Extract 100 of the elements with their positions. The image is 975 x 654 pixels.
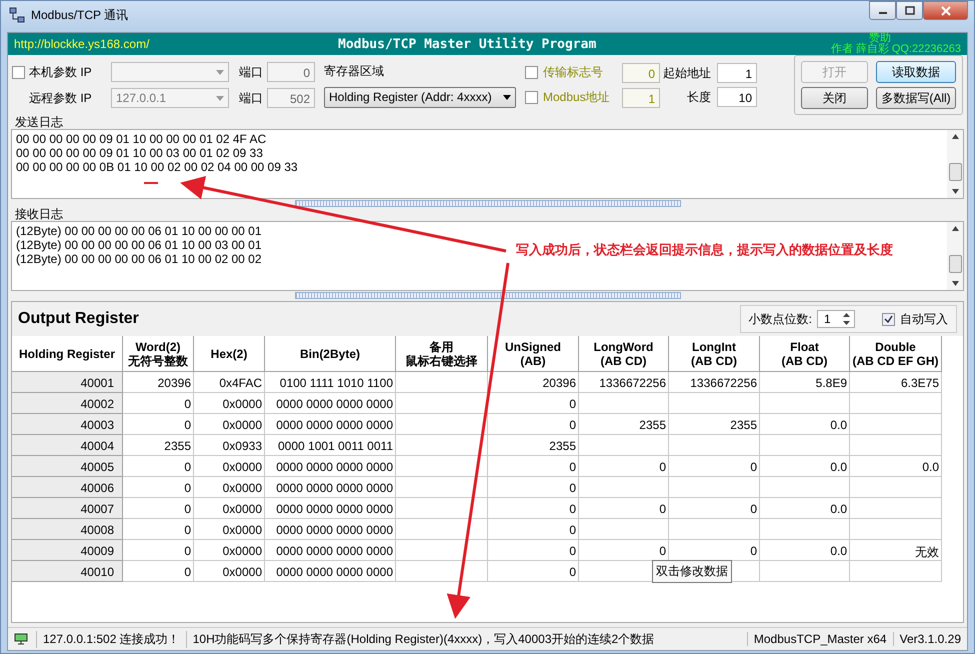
action-button[interactable]: 多数据写(All): [876, 87, 956, 109]
row-header[interactable]: 40009: [12, 540, 123, 561]
row-header[interactable]: 40010: [12, 561, 123, 582]
maximize-button[interactable]: [896, 1, 923, 20]
table-cell: 1336672256: [669, 372, 760, 393]
section-title: Output Register: [18, 310, 139, 328]
status-text: Ver3.1.0.29: [892, 632, 967, 646]
table-cell: 0: [123, 456, 194, 477]
log-title: 接收日志: [15, 207, 64, 221]
table-cell: 0000 1001 0011 0011: [265, 435, 396, 456]
table-cell: 0: [123, 540, 194, 561]
port-field[interactable]: 0: [267, 62, 315, 82]
table-cell: 0: [123, 519, 194, 540]
ip-dropdown[interactable]: 127.0.0.1: [111, 88, 229, 108]
table-cell: 0: [488, 561, 579, 582]
scrollbar[interactable]: [947, 130, 963, 198]
table-cell: 0000 0000 0000 0000: [265, 540, 396, 561]
table-cell: 0x0000: [194, 561, 265, 582]
table-cell: 0: [488, 540, 579, 561]
checkbox[interactable]: [525, 91, 538, 104]
table-cell: 0x0000: [194, 498, 265, 519]
register-area-dropdown[interactable]: Holding Register (Addr: 4xxxx): [324, 86, 516, 108]
log-line: (12Byte) 00 00 00 00 00 06 01 10 00 02 00 02: [16, 252, 262, 266]
scroll-thumb[interactable]: [948, 255, 962, 273]
table-cell: 0: [579, 456, 669, 477]
ip-label: 本机参数 IP: [29, 64, 93, 80]
log-line: 00 00 00 00 00 09 01 10 00 03 00 01 02 09 33: [16, 146, 263, 160]
column-header[interactable]: LongWord (AB CD): [579, 336, 669, 372]
tooltip: 双击修改数据: [652, 560, 732, 583]
action-button[interactable]: 关闭: [801, 87, 868, 109]
table-cell: 2355: [488, 435, 579, 456]
splitter-handle[interactable]: [294, 292, 680, 298]
splitter-handle[interactable]: [294, 200, 680, 206]
sponsor-link[interactable]: 赞助: [869, 33, 891, 44]
table-cell: 0x4FAC: [194, 372, 265, 393]
checkbox[interactable]: [525, 66, 538, 79]
table-cell: 0: [488, 519, 579, 540]
table-cell: 0x0933: [194, 435, 265, 456]
address-label: 起始地址: [662, 64, 711, 82]
scroll-down-icon[interactable]: [952, 189, 958, 194]
number-field[interactable]: 1: [717, 63, 757, 83]
column-header[interactable]: Bin(2Byte): [265, 336, 396, 372]
column-header[interactable]: Word(2) 无符号整数: [123, 336, 194, 372]
row-header[interactable]: 40001: [12, 372, 123, 393]
log-line: (12Byte) 00 00 00 00 00 06 01 10 00 00 00 01: [16, 224, 262, 238]
column-header[interactable]: Double (AB CD EF GH): [850, 336, 942, 372]
row-header[interactable]: 40007: [12, 498, 123, 519]
checkbox[interactable]: [882, 312, 895, 326]
log-line: (12Byte) 00 00 00 00 00 06 01 10 00 03 00 01: [16, 238, 262, 252]
row-header[interactable]: 40008: [12, 519, 123, 540]
row-header[interactable]: 40005: [12, 456, 123, 477]
table-cell: 2355: [123, 435, 194, 456]
column-header[interactable]: Hex(2): [194, 336, 265, 372]
table-cell: 0: [488, 414, 579, 435]
status-text: 127.0.0.1:502 连接成功！: [36, 630, 186, 648]
caret-icon: [216, 70, 224, 74]
monitor-icon: [14, 633, 28, 645]
column-header[interactable]: LongInt (AB CD): [669, 336, 760, 372]
column-header[interactable]: Holding Register: [12, 336, 123, 372]
table-cell: 0: [488, 393, 579, 414]
close-button[interactable]: [923, 1, 968, 20]
scroll-up-icon[interactable]: [952, 226, 958, 231]
table-cell: 0100 1111 1010 1100: [265, 372, 396, 393]
column-header[interactable]: UnSigned (AB): [488, 336, 579, 372]
maximize-icon: [904, 6, 914, 15]
row-header[interactable]: 40002: [12, 393, 123, 414]
decimals-spinner[interactable]: 1: [817, 310, 855, 328]
number-field[interactable]: 10: [717, 87, 757, 107]
action-button[interactable]: 读取数据: [876, 61, 956, 83]
table-cell: 2355: [669, 414, 760, 435]
row-header[interactable]: 40004: [12, 435, 123, 456]
table-cell: 0x0000: [194, 393, 265, 414]
port-field[interactable]: 502: [267, 88, 315, 108]
scroll-down-icon[interactable]: [952, 281, 958, 286]
table-cell: 6.3E75: [850, 372, 942, 393]
status-text: ModbusTCP_Master x64: [746, 632, 893, 646]
author-credit: 作者 薛自彩 QQ:22236263: [830, 44, 961, 55]
table-cell: 0: [488, 498, 579, 519]
scrollbar[interactable]: [947, 222, 963, 290]
scroll-thumb[interactable]: [948, 163, 962, 181]
check-icon: [884, 314, 893, 324]
table-cell: 0: [123, 393, 194, 414]
column-header[interactable]: 备用 鼠标右键选择: [396, 336, 488, 372]
table-cell: 0.0: [760, 414, 850, 435]
checkbox[interactable]: [12, 66, 25, 78]
column-header[interactable]: Float (AB CD): [760, 336, 850, 372]
network-icon: [9, 7, 25, 23]
row-header[interactable]: 40003: [12, 414, 123, 435]
decimals-label: 小数点位数:: [748, 310, 812, 328]
log-textbox[interactable]: 00 00 00 00 00 09 01 10 00 00 00 01 02 4F AC 00 00 00 00 00 09 01 10 00 03 00 01 02 09 33 00 00 00 00 00 0B 01 10 00 02 00 02 04 00 00 09 33: [11, 129, 964, 199]
scroll-up-icon[interactable]: [952, 134, 958, 139]
minimize-button[interactable]: [869, 1, 896, 20]
row-header[interactable]: 40006: [12, 477, 123, 498]
spin-arrows-icon[interactable]: [843, 313, 850, 325]
website-link[interactable]: http://blockke.ys168.com/: [14, 37, 150, 51]
table-cell: 0: [488, 456, 579, 477]
table-cell: 2355: [579, 414, 669, 435]
table-cell: 0x0000: [194, 477, 265, 498]
table-cell: 0000 0000 0000 0000: [265, 561, 396, 582]
table-cell: 20396: [123, 372, 194, 393]
